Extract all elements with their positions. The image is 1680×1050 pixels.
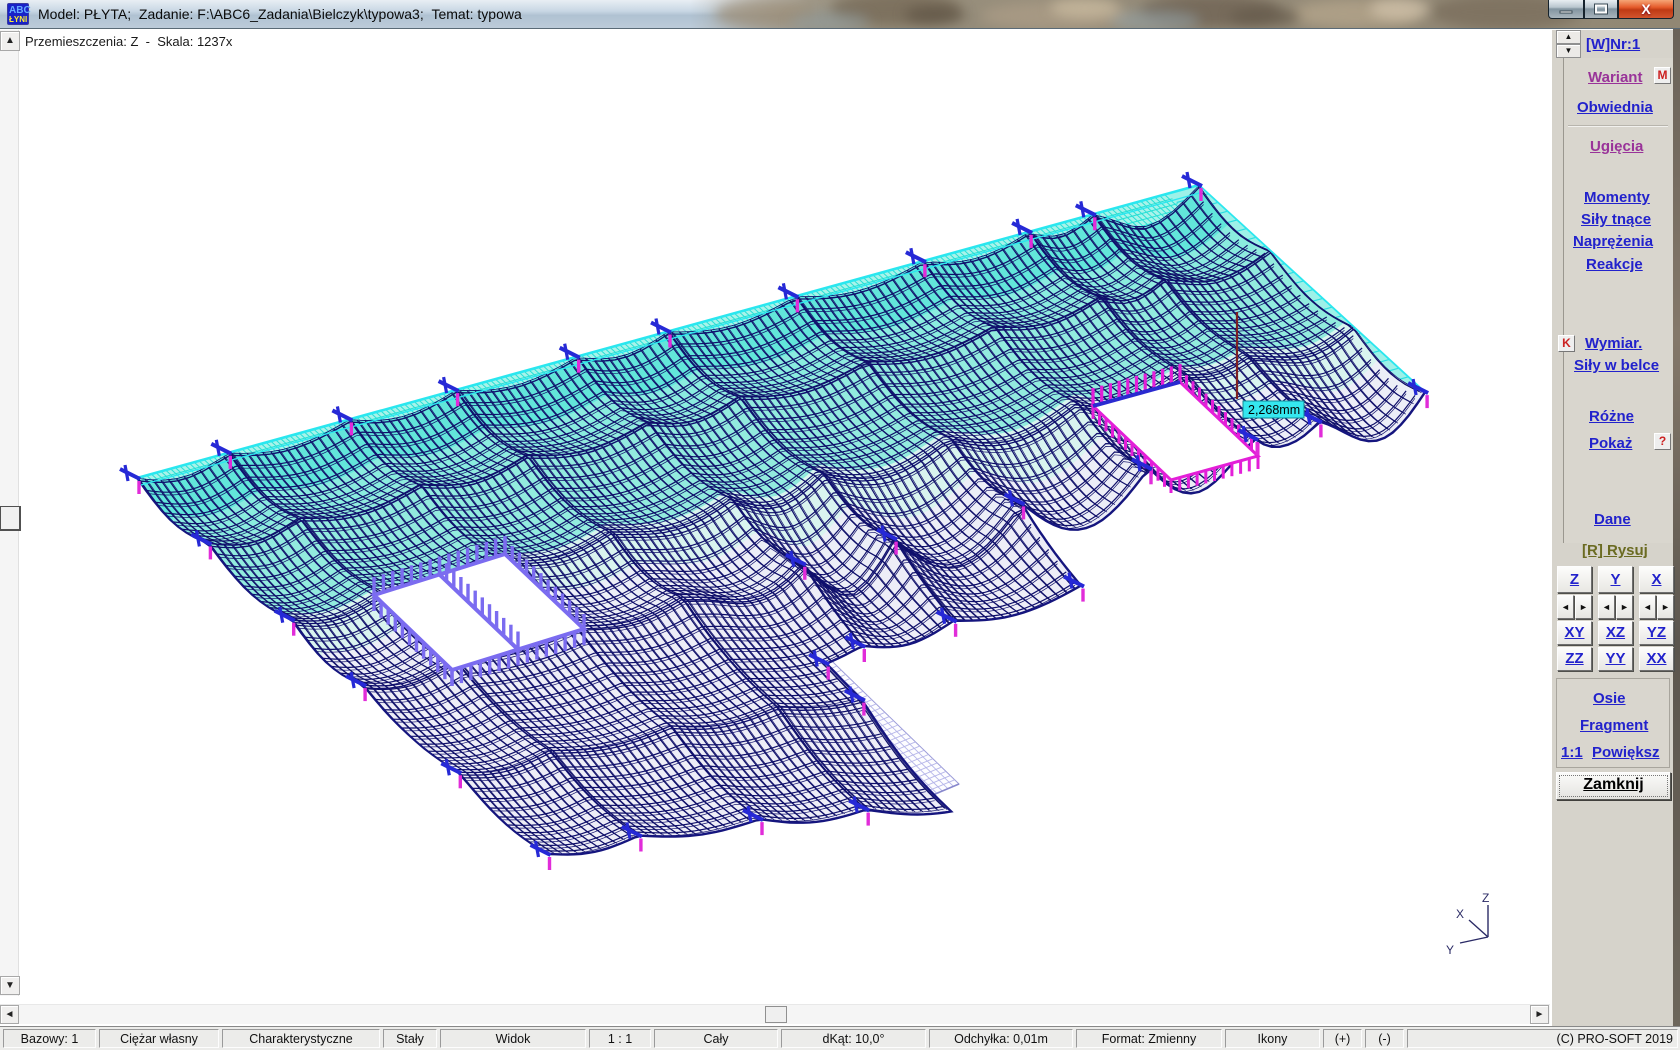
svg-text:Z: Z [1482, 891, 1489, 905]
svg-text:X: X [1456, 907, 1464, 921]
svg-text:Y: Y [1446, 943, 1454, 957]
svg-text:2,268mm: 2,268mm [1248, 403, 1300, 417]
